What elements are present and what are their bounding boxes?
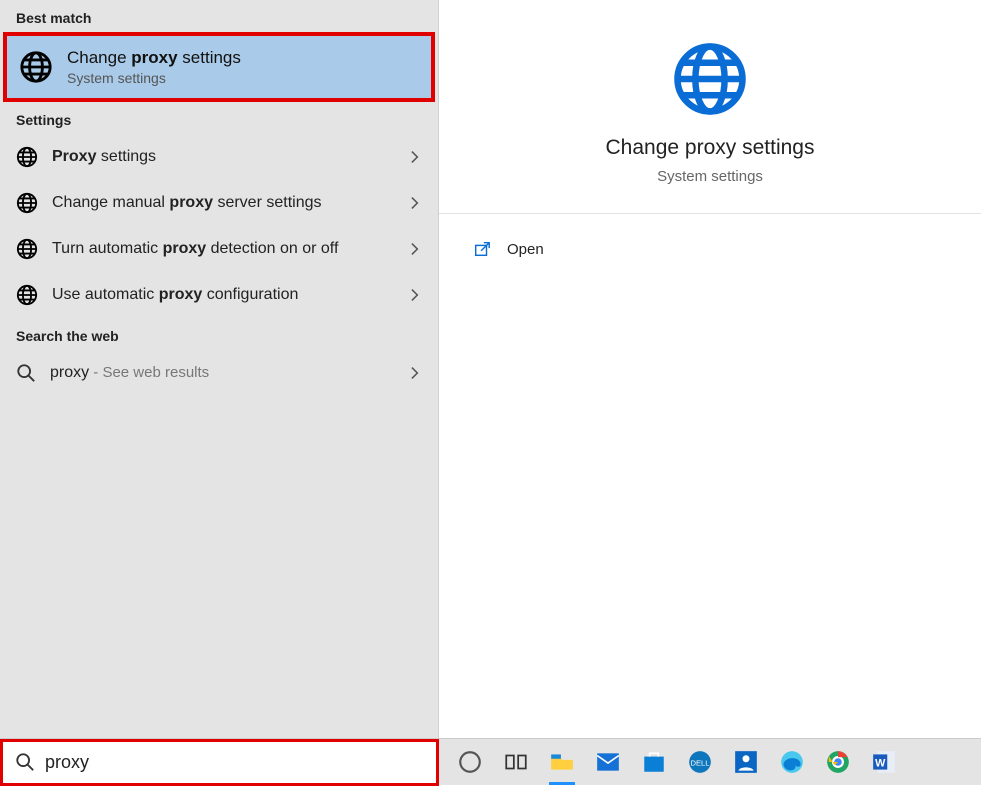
open-action-label: Open bbox=[507, 241, 544, 258]
search-icon bbox=[16, 363, 36, 383]
store-icon[interactable] bbox=[639, 747, 669, 777]
search-results-panel: Best match Change proxy settings System … bbox=[0, 0, 439, 738]
open-action[interactable]: Open bbox=[473, 234, 947, 264]
best-match-result[interactable]: Change proxy settings System settings bbox=[3, 32, 435, 102]
chevron-right-icon bbox=[408, 150, 422, 164]
settings-item-label: Use automatic proxy configuration bbox=[52, 284, 394, 306]
chevron-right-icon bbox=[408, 366, 422, 380]
web-search-label: proxy - See web results bbox=[50, 362, 394, 384]
best-match-subtitle: System settings bbox=[67, 70, 241, 86]
settings-item-auto-proxy-detection[interactable]: Turn automatic proxy detection on or off bbox=[0, 226, 438, 272]
chevron-right-icon bbox=[408, 242, 422, 256]
people-icon[interactable] bbox=[731, 747, 761, 777]
task-view-icon[interactable] bbox=[501, 747, 531, 777]
preview-actions: Open bbox=[439, 214, 981, 284]
globe-icon bbox=[671, 40, 749, 118]
settings-list: Proxy settings Change manual proxy serve… bbox=[0, 134, 438, 318]
preview-panel: Change proxy settings System settings Op… bbox=[439, 0, 981, 738]
section-header-search-web: Search the web bbox=[0, 318, 438, 350]
taskbar-icons: DELL W bbox=[439, 747, 915, 777]
globe-icon bbox=[16, 146, 38, 168]
taskbar-search-box[interactable] bbox=[0, 739, 439, 786]
preview-header: Change proxy settings System settings bbox=[439, 0, 981, 214]
settings-item-auto-proxy-config[interactable]: Use automatic proxy configuration bbox=[0, 272, 438, 318]
taskbar: DELL W bbox=[0, 738, 981, 785]
chevron-right-icon bbox=[408, 288, 422, 302]
globe-icon bbox=[16, 238, 38, 260]
preview-title: Change proxy settings bbox=[606, 136, 815, 160]
word-icon[interactable]: W bbox=[869, 747, 899, 777]
preview-subtitle: System settings bbox=[657, 168, 763, 185]
best-match-title: Change proxy settings bbox=[67, 48, 241, 68]
settings-item-manual-proxy[interactable]: Change manual proxy server settings bbox=[0, 180, 438, 226]
best-match-text: Change proxy settings System settings bbox=[67, 48, 241, 86]
search-input[interactable] bbox=[45, 752, 424, 773]
open-link-icon bbox=[473, 240, 491, 258]
mail-icon[interactable] bbox=[593, 747, 623, 777]
dell-icon[interactable]: DELL bbox=[685, 747, 715, 777]
settings-item-label: Turn automatic proxy detection on or off bbox=[52, 238, 394, 260]
settings-item-label: Change manual proxy server settings bbox=[52, 192, 394, 214]
section-header-best-match: Best match bbox=[0, 0, 438, 32]
chevron-right-icon bbox=[408, 196, 422, 210]
settings-item-proxy-settings[interactable]: Proxy settings bbox=[0, 134, 438, 180]
chrome-icon[interactable] bbox=[823, 747, 853, 777]
svg-text:DELL: DELL bbox=[691, 758, 710, 767]
globe-icon bbox=[16, 192, 38, 214]
settings-item-label: Proxy settings bbox=[52, 146, 394, 168]
file-explorer-icon[interactable] bbox=[547, 747, 577, 777]
web-search-item[interactable]: proxy - See web results bbox=[0, 350, 438, 396]
section-header-settings: Settings bbox=[0, 102, 438, 134]
edge-icon[interactable] bbox=[777, 747, 807, 777]
search-icon bbox=[15, 752, 35, 772]
cortana-icon[interactable] bbox=[455, 747, 485, 777]
globe-icon bbox=[19, 50, 53, 84]
svg-text:W: W bbox=[875, 757, 886, 769]
globe-icon bbox=[16, 284, 38, 306]
